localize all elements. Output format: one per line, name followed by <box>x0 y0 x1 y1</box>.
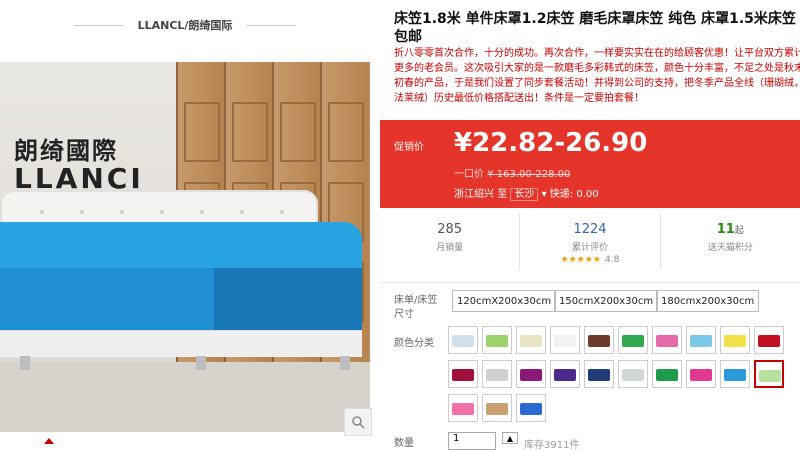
quantity-label: 数量 <box>394 438 414 449</box>
swatch-color-preview <box>724 369 746 381</box>
color-swatch[interactable] <box>618 326 648 354</box>
reviews-label: 累计评价 <box>571 243 608 253</box>
quantity-increase-button[interactable]: ▲ <box>502 432 518 444</box>
swatch-color-preview <box>759 370 781 382</box>
color-swatch[interactable] <box>448 326 478 354</box>
brand-logo: 朗绮國際 LLANCI <box>14 138 144 194</box>
shipping-info: 浙江绍兴 至 长沙 ▾ 快递: 0.00 <box>454 185 599 201</box>
swatch-color-preview <box>690 335 712 347</box>
color-swatch[interactable] <box>448 360 478 388</box>
swatch-color-preview <box>622 369 644 381</box>
swatch-color-preview <box>452 403 474 415</box>
product-gallery: LLANCL/朗绮国际 朗绮國際 LLANCI <box>0 0 372 448</box>
color-swatch[interactable] <box>754 360 784 388</box>
swatch-color-preview <box>486 403 508 415</box>
main-product-image[interactable]: 朗绮國際 LLANCI <box>0 62 370 432</box>
reviews-value[interactable]: 1224 <box>520 222 659 237</box>
promo-price-label: 促销价 <box>394 142 424 153</box>
swatch-color-preview <box>588 369 610 381</box>
color-swatch[interactable] <box>652 360 682 388</box>
rating-value: 4.8 <box>605 255 620 265</box>
color-swatch[interactable] <box>584 360 614 388</box>
swatch-color-preview <box>452 369 474 381</box>
brand-logo-en: LLANCI <box>14 162 144 195</box>
points-unit: 起 <box>734 226 744 236</box>
color-swatch[interactable] <box>686 326 716 354</box>
swatch-color-preview <box>690 369 712 381</box>
shop-title[interactable]: LLANCL/朗绮国际 <box>0 0 370 50</box>
stat-monthly-sales: 285 月销量 <box>380 214 521 270</box>
original-price-value: ¥ 163.00-228.00 <box>487 169 571 180</box>
size-label: 床单/床笠尺寸 <box>394 295 438 320</box>
stock-count: 库存3911件 <box>524 440 580 451</box>
size-option-150[interactable]: 150cmX200x30cm <box>554 290 659 312</box>
color-swatch[interactable] <box>618 360 648 388</box>
swatch-color-preview <box>452 335 474 347</box>
swatch-color-preview <box>554 335 576 347</box>
points-label: 送天猫积分 <box>707 243 753 253</box>
swatch-color-preview <box>554 369 576 381</box>
price-panel: 促销价 ¥22.82-26.90 一口价 ¥ 163.00-228.00 浙江绍… <box>380 120 800 208</box>
floor <box>0 362 370 432</box>
color-swatch[interactable] <box>516 394 546 422</box>
thumbnail-indicator-icon <box>44 438 54 444</box>
swatch-color-preview <box>588 335 610 347</box>
swatch-color-preview <box>724 335 746 347</box>
color-swatch[interactable] <box>482 326 512 354</box>
promo-price: ¥22.82-26.90 <box>454 128 648 158</box>
swatch-color-preview <box>486 335 508 347</box>
color-swatch[interactable] <box>550 360 580 388</box>
color-swatch[interactable] <box>482 360 512 388</box>
stat-reviews[interactable]: 1224 累计评价 ★★★★★ 4.8 <box>520 214 661 270</box>
ship-from: 浙江绍兴 <box>454 189 494 200</box>
rating-stars-icon: ★★★★★ 4.8 <box>560 255 620 265</box>
color-label: 颜色分类 <box>394 338 434 349</box>
product-title: 床笠1.8米 单件床罩1.2床笠 磨毛床罩床笠 纯色 床罩1.5米床笠 包邮 <box>394 11 796 45</box>
size-option-180[interactable]: 180cmx200x30cm <box>656 290 760 312</box>
ship-to-city-select[interactable]: 长沙 <box>510 188 539 201</box>
swatch-color-preview <box>520 335 542 347</box>
ship-to-label: 至 <box>497 189 508 200</box>
stats-bar: 285 月销量 1224 累计评价 ★★★★★ 4.8 11起 送天猫积分 <box>380 214 800 270</box>
color-swatch[interactable] <box>720 326 750 354</box>
color-swatch[interactable] <box>516 326 546 354</box>
swatch-color-preview <box>486 369 508 381</box>
color-swatch[interactable] <box>482 394 512 422</box>
swatch-color-preview <box>656 335 678 347</box>
swatch-color-preview <box>622 335 644 347</box>
color-swatch[interactable] <box>686 360 716 388</box>
shipping-fee: 快递: 0.00 <box>549 189 599 200</box>
stat-points: 11起 送天猫积分 <box>661 214 800 270</box>
swatch-color-preview <box>758 335 780 347</box>
color-swatch[interactable] <box>516 360 546 388</box>
swatch-color-preview <box>520 369 542 381</box>
chevron-down-icon: ▾ <box>541 189 547 200</box>
color-swatch[interactable] <box>584 326 614 354</box>
zoom-icon[interactable] <box>344 408 372 436</box>
original-price: 一口价 ¥ 163.00-228.00 <box>454 165 570 180</box>
size-option-120[interactable]: 120cmX200x30cm <box>452 290 557 312</box>
color-swatch[interactable] <box>448 394 478 422</box>
swatch-color-preview <box>656 369 678 381</box>
color-swatch[interactable] <box>754 326 784 354</box>
quantity-input[interactable]: 1 <box>448 432 496 450</box>
product-description: 折八零零首次合作，十分的成功。再次合作，一样要实实在在的给顾客优惠！让平台双方累… <box>394 48 800 104</box>
original-price-label: 一口价 <box>454 169 484 180</box>
bed-base <box>0 330 362 357</box>
divider <box>380 282 800 283</box>
swatch-color-preview <box>520 403 542 415</box>
monthly-sales-label: 月销量 <box>436 243 464 253</box>
color-swatch[interactable] <box>720 360 750 388</box>
monthly-sales-value: 285 <box>437 222 463 237</box>
product-info: 床笠1.8米 单件床罩1.2床笠 磨毛床罩床笠 纯色 床罩1.5米床笠 包邮 折… <box>380 0 800 451</box>
points-value: 11 <box>716 222 735 237</box>
brand-logo-cn: 朗绮國際 <box>14 137 118 165</box>
color-swatch[interactable] <box>652 326 682 354</box>
color-swatch[interactable] <box>550 326 580 354</box>
blue-fitted-sheet <box>0 222 362 330</box>
